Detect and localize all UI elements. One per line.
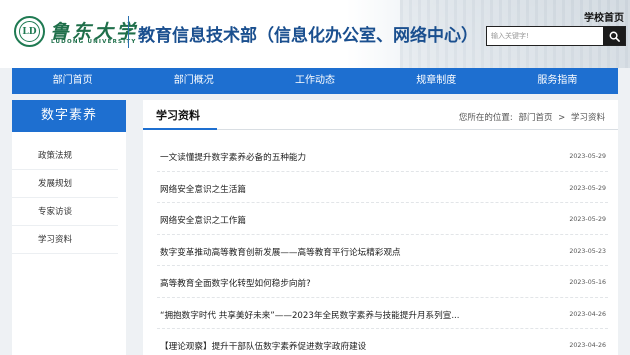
sidebar: 数字素养 政策法规 发展规划 专家访谈 学习资料 xyxy=(12,100,126,355)
search-button[interactable] xyxy=(603,27,625,45)
search-input[interactable] xyxy=(487,27,603,45)
university-english-name: LUDONG UNIVERSITY xyxy=(51,39,137,45)
sidebar-item-expert-interviews[interactable]: 专家访谈 xyxy=(12,198,118,226)
school-home-link[interactable]: 学校首页 xyxy=(584,9,624,24)
nav-item-news[interactable]: 工作动态 xyxy=(254,68,375,94)
breadcrumb-separator: > xyxy=(558,113,566,123)
article-date: 2023-05-29 xyxy=(569,184,606,192)
logo-divider xyxy=(128,16,129,48)
article-title-link[interactable]: 一文读懂提升数字素养必备的五种能力 xyxy=(160,151,306,163)
article-date: 2023-04-26 xyxy=(569,342,606,349)
breadcrumb-current: 学习资料 xyxy=(570,113,605,123)
breadcrumb: 您所在的位置: 部门首页 > 学习资料 xyxy=(459,111,608,123)
list-item: 一文读懂提升数字素养必备的五种能力 2023-05-29 xyxy=(157,140,608,172)
article-title-link[interactable]: 【理论观察】提升干部队伍数字素养促进数字政府建设 xyxy=(160,340,366,352)
seal-monogram: LD xyxy=(19,21,40,42)
list-item: 【理论观察】提升干部队伍数字素养促进数字政府建设 2023-04-26 xyxy=(157,329,608,355)
search-box xyxy=(486,26,626,46)
nav-item-home[interactable]: 部门首页 xyxy=(12,68,133,94)
article-title-link[interactable]: 网络安全意识之工作篇 xyxy=(160,214,246,226)
article-date: 2023-05-29 xyxy=(569,153,606,160)
sidebar-list: 政策法规 发展规划 专家访谈 学习资料 xyxy=(12,132,126,254)
sidebar-item-policies[interactable]: 政策法规 xyxy=(12,142,118,170)
site-header: LD 鲁东大学 LUDONG UNIVERSITY 教育信息技术部（信息化办公室… xyxy=(0,0,630,68)
main-nav: 部门首页 部门概况 工作动态 规章制度 服务指南 xyxy=(12,68,618,94)
sidebar-title: 数字素养 xyxy=(12,100,126,132)
breadcrumb-home-link[interactable]: 部门首页 xyxy=(518,113,552,123)
article-date: 2023-04-26 xyxy=(569,310,606,318)
article-title-link[interactable]: 数字变革推动高等教育创新发展——高等教育平行论坛精彩观点 xyxy=(160,246,401,258)
main-content: 学习资料 您所在的位置: 部门首页 > 学习资料 一文读懂提升数字素养必备的五种… xyxy=(143,100,618,355)
nav-item-overview[interactable]: 部门概况 xyxy=(133,68,254,94)
nav-item-service-guide[interactable]: 服务指南 xyxy=(497,68,618,94)
article-list: 一文读懂提升数字素养必备的五种能力 2023-05-29 网络安全意识之生活篇 … xyxy=(143,130,618,355)
list-item: 网络安全意识之生活篇 2023-05-29 xyxy=(157,172,608,203)
university-seal-logo[interactable]: LD xyxy=(14,16,45,47)
article-title-link[interactable]: 网络安全意识之生活篇 xyxy=(160,183,246,195)
article-title-link[interactable]: “拥抱数字时代 共享美好未来”——2023年全民数字素养与技能提升月系列宣... xyxy=(160,309,460,321)
article-date: 2023-05-23 xyxy=(569,247,606,255)
list-item: 网络安全意识之工作篇 2023-05-29 xyxy=(157,203,608,235)
section-title-tab: 学习资料 xyxy=(143,100,217,130)
article-date: 2023-05-16 xyxy=(569,279,606,286)
content-header: 学习资料 您所在的位置: 部门首页 > 学习资料 xyxy=(143,100,618,130)
sidebar-item-development-plan[interactable]: 发展规划 xyxy=(12,170,118,198)
article-title-link[interactable]: 高等教育全面数字化转型如何稳步向前? xyxy=(160,277,311,289)
breadcrumb-prefix: 您所在的位置: xyxy=(458,113,513,123)
site-title: 教育信息技术部（信息化办公室、网络中心） xyxy=(138,26,478,46)
sidebar-item-learning-materials[interactable]: 学习资料 xyxy=(12,226,118,254)
list-item: “拥抱数字时代 共享美好未来”——2023年全民数字素养与技能提升月系列宣...… xyxy=(157,298,608,329)
list-item: 高等教育全面数字化转型如何稳步向前? 2023-05-16 xyxy=(157,266,608,298)
article-date: 2023-05-29 xyxy=(569,216,606,223)
list-item: 数字变革推动高等教育创新发展——高等教育平行论坛精彩观点 2023-05-23 xyxy=(157,235,608,266)
nav-item-regulations[interactable]: 规章制度 xyxy=(376,68,497,94)
search-icon xyxy=(609,31,620,42)
